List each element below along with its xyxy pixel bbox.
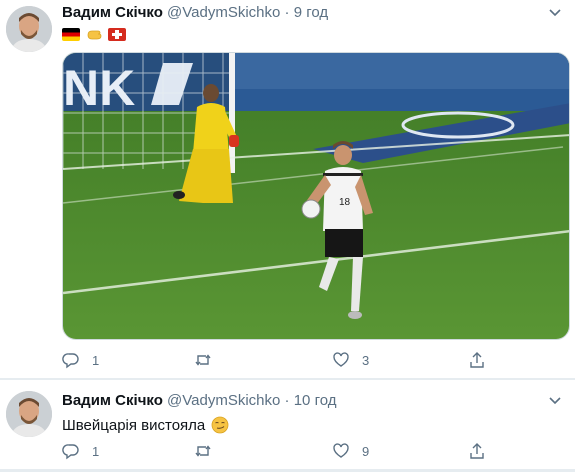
smirk-emoji-icon: [211, 416, 229, 434]
tweet-photo[interactable]: NK 18: [62, 52, 570, 340]
hand-emoji-icon: [87, 30, 102, 40]
author-name[interactable]: Вадим Скічко: [62, 4, 163, 21]
tweet-text: [62, 26, 126, 42]
share-icon: [470, 352, 484, 368]
author-handle[interactable]: @VadymSkichko: [167, 392, 280, 409]
football-photo: NK 18: [63, 53, 569, 339]
tweet-actions: 1 3: [62, 349, 532, 371]
tweet-text: Швейцарія вистояла: [62, 416, 229, 434]
germany-flag-icon: [62, 27, 80, 41]
share-icon: [470, 443, 484, 459]
svg-text:NK: NK: [63, 60, 135, 116]
retweet-icon: [195, 354, 211, 366]
separator: ·: [284, 392, 290, 409]
timestamp[interactable]: 10 год: [294, 392, 337, 409]
timestamp[interactable]: 9 год: [294, 4, 328, 21]
avatar[interactable]: [6, 391, 52, 437]
tweet-header: Вадим Скічко @VadymSkichko · 9 год: [62, 4, 328, 21]
reply-count: 1: [92, 352, 100, 368]
separator: ·: [284, 4, 290, 21]
retweet-icon: [195, 445, 211, 457]
retweet-button[interactable]: [194, 440, 224, 462]
like-count: 3: [362, 352, 370, 368]
tweet-text-content: Швейцарія вистояла: [62, 416, 206, 434]
like-count: 9: [362, 443, 370, 459]
reply-count: 1: [92, 443, 100, 459]
avatar-photo: [6, 391, 52, 437]
author-handle[interactable]: @VadymSkichko: [167, 4, 280, 21]
reply-icon: [62, 444, 79, 460]
reply-button[interactable]: 1: [62, 440, 99, 462]
author-name[interactable]: Вадим Скічко: [62, 392, 163, 409]
share-button[interactable]: [468, 349, 486, 371]
reply-icon: [62, 353, 79, 369]
tweet-header: Вадим Скічко @VadymSkichko · 10 год: [62, 392, 336, 409]
tweet-actions: 1 9: [62, 440, 532, 462]
heart-icon: [333, 443, 349, 458]
tweet-1[interactable]: Вадим Скічко @VadymSkichko · 9 год NK 18…: [0, 0, 575, 379]
retweet-button[interactable]: [194, 349, 224, 371]
like-button[interactable]: 9: [332, 440, 369, 462]
share-button[interactable]: [468, 440, 486, 462]
reply-button[interactable]: 1: [62, 349, 99, 371]
tweet-2[interactable]: Вадим Скічко @VadymSkichko · 10 год Швей…: [0, 380, 575, 472]
avatar[interactable]: [6, 6, 52, 52]
switzerland-flag-icon: [108, 27, 126, 41]
heart-icon: [333, 352, 349, 367]
avatar-photo: [6, 6, 52, 52]
chevron-down-icon[interactable]: [547, 392, 563, 408]
like-button[interactable]: 3: [332, 349, 369, 371]
svg-text:18: 18: [339, 197, 351, 208]
chevron-down-icon[interactable]: [547, 4, 563, 20]
